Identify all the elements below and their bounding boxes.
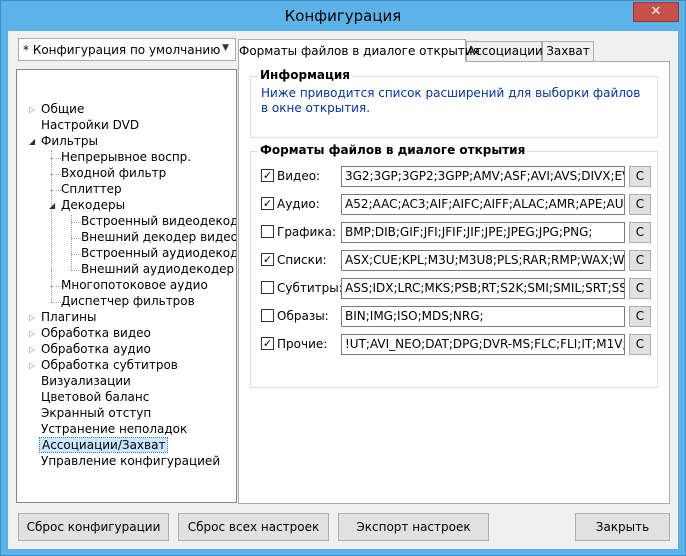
expand-arrow-icon[interactable]: ▷ xyxy=(29,313,38,322)
tree-item-config-management[interactable]: Управление конфигурацией xyxy=(41,453,220,469)
playlists-extensions-input[interactable]: ASX;CUE;KPL;M3U;M3U8;PLS;RAR;RMP;WAX;WMX… xyxy=(341,250,625,271)
subtitles-label: Субтитры: xyxy=(277,281,343,295)
expand-arrow-icon[interactable]: ▷ xyxy=(29,345,38,354)
formats-group-title: Форматы файлов в диалоге открытия xyxy=(258,143,528,157)
tree-item-screen-margin[interactable]: Экранный отступ xyxy=(41,405,151,421)
close-window-button[interactable]: ✕ xyxy=(633,2,679,22)
collapse-arrow-icon[interactable]: ◢ xyxy=(49,201,58,210)
collapse-arrow-icon[interactable]: ◢ xyxy=(29,137,38,146)
other-clear-button[interactable]: C xyxy=(629,334,651,355)
tree-item-splitter[interactable]: Сплиттер xyxy=(61,181,122,197)
tree-item-filter-manager[interactable]: Диспетчер фильтров xyxy=(61,293,195,309)
profile-dropdown[interactable]: * Конфигурация по умолчанию ▼ xyxy=(18,38,236,61)
playlists-checkbox[interactable]: ✓ xyxy=(261,253,274,266)
tree-item-color-balance[interactable]: Цветовой баланс xyxy=(41,389,149,405)
tab-panel: Информация Ниже приводится список расшир… xyxy=(238,61,670,504)
tree-item-video-processing[interactable]: Обработка видео xyxy=(41,325,151,341)
tree-line xyxy=(51,150,52,270)
tab-capture[interactable]: Захват xyxy=(542,41,594,61)
other-extensions-input[interactable]: !UT;AVI_NEO;DAT;DPG;DVR-MS;FLC;FLI;IT;M1… xyxy=(341,334,625,355)
images-checkbox[interactable] xyxy=(261,309,274,322)
audio-checkbox[interactable]: ✓ xyxy=(261,197,274,210)
graphics-checkbox[interactable] xyxy=(261,225,274,238)
video-checkbox[interactable]: ✓ xyxy=(261,169,274,182)
tree-item-associations-capture[interactable]: Ассоциации/Захват xyxy=(39,437,169,453)
audio-clear-button[interactable]: C xyxy=(629,194,651,215)
export-settings-button[interactable]: Экспорт настроек xyxy=(338,513,489,541)
dialog-client-area: * Конфигурация по умолчанию ▼ ▷ ◢ ◢ ▷ ▷ … xyxy=(8,31,678,549)
tree-item-dvd-settings[interactable]: Настройки DVD xyxy=(41,117,139,133)
tree-item-general[interactable]: Общие xyxy=(41,101,84,117)
tree-item-builtin-audio-decoder[interactable]: Встроенный аудиодекодер xyxy=(81,245,236,261)
tree-item-builtin-video-decoder[interactable]: Встроенный видеодекодер xyxy=(81,213,236,229)
window-title: Конфигурация xyxy=(284,7,402,25)
playlists-clear-button[interactable]: C xyxy=(629,250,651,271)
tree-item-audio-processing[interactable]: Обработка аудио xyxy=(41,341,151,357)
tree-item-subtitle-processing[interactable]: Обработка субтитров xyxy=(41,357,178,373)
other-label: Прочие: xyxy=(277,337,328,351)
settings-tree[interactable]: ▷ ◢ ◢ ▷ ▷ ▷ ▷ Общие Настройки DVD Фильтр… xyxy=(16,69,237,503)
tree-line xyxy=(71,215,72,270)
images-clear-button[interactable]: C xyxy=(629,306,651,327)
info-text-line: в окне открытия. xyxy=(261,101,371,115)
configuration-window: Конфигурация ✕ * Конфигурация по умолчан… xyxy=(0,0,686,556)
info-text-line: Ниже приводится список расширений для вы… xyxy=(261,86,641,100)
tree-item-continuous-playback[interactable]: Непрерывное воспр. xyxy=(61,149,191,165)
info-group: Информация Ниже приводится список расшир… xyxy=(250,68,658,138)
video-label: Видео: xyxy=(277,169,321,183)
tab-open-dialog-formats[interactable]: Форматы файлов в диалоге открытия xyxy=(238,39,480,62)
subtitles-clear-button[interactable]: C xyxy=(629,278,651,299)
tree-item-plugins[interactable]: Плагины xyxy=(41,309,96,325)
info-group-title: Информация xyxy=(258,68,352,82)
audio-label: Аудио: xyxy=(277,197,320,211)
tree-item-multistream-audio[interactable]: Многопотоковое аудио xyxy=(61,277,208,293)
expand-arrow-icon[interactable]: ▷ xyxy=(29,329,38,338)
tree-item-filters[interactable]: Фильтры xyxy=(41,133,98,149)
tree-item-visualizations[interactable]: Визуализации xyxy=(41,373,131,389)
expand-arrow-icon[interactable]: ▷ xyxy=(29,105,38,114)
graphics-extensions-input[interactable]: BMP;DIB;GIF;JFI;JFIF;JIF;JPE;JPEG;JPG;PN… xyxy=(341,222,625,243)
other-checkbox[interactable]: ✓ xyxy=(261,337,274,350)
audio-extensions-input[interactable]: A52;AAC;AC3;AIF;AIFC;AIFF;ALAC;AMR;APE;A… xyxy=(341,194,625,215)
formats-group: Форматы файлов в диалоге открытия ✓ Виде… xyxy=(250,143,658,388)
tree-item-external-video-decoder[interactable]: Внешний декодер видео xyxy=(81,229,236,245)
reset-all-settings-button[interactable]: Сброс всех настроек xyxy=(178,513,329,541)
close-button[interactable]: Закрыть xyxy=(575,513,670,541)
tree-item-decoders[interactable]: Декодеры xyxy=(61,197,125,213)
expand-arrow-icon[interactable]: ▷ xyxy=(29,361,38,370)
info-text: Ниже приводится список расширений для вы… xyxy=(261,86,640,116)
images-extensions-input[interactable]: BIN;IMG;ISO;MDS;NRG; xyxy=(341,306,625,327)
tree-item-external-audio-decoder[interactable]: Внешний аудиодекодер xyxy=(81,261,234,277)
playlists-label: Списки: xyxy=(277,253,327,267)
video-extensions-input[interactable]: 3G2;3GP;3GP2;3GPP;AMV;ASF;AVI;AVS;DIVX;E… xyxy=(341,166,625,187)
reset-config-button[interactable]: Сброс конфигурации xyxy=(18,513,169,541)
title-bar[interactable]: Конфигурация ✕ xyxy=(1,1,685,31)
video-clear-button[interactable]: C xyxy=(629,166,651,187)
graphics-clear-button[interactable]: C xyxy=(629,222,651,243)
subtitles-extensions-input[interactable]: ASS;IDX;LRC;MKS;PSB;RT;S2K;SMI;SMIL;SRT;… xyxy=(341,278,625,299)
tree-line xyxy=(51,270,52,302)
profile-dropdown-value: * Конфигурация по умолчанию xyxy=(23,43,221,57)
graphics-label: Графика: xyxy=(277,225,336,239)
subtitles-checkbox[interactable] xyxy=(261,281,274,294)
images-label: Образы: xyxy=(277,309,329,323)
chevron-down-icon: ▼ xyxy=(222,43,229,53)
tree-item-input-filter[interactable]: Входной фильтр xyxy=(61,165,166,181)
tree-item-troubleshooting[interactable]: Устранение неполадок xyxy=(41,421,187,437)
